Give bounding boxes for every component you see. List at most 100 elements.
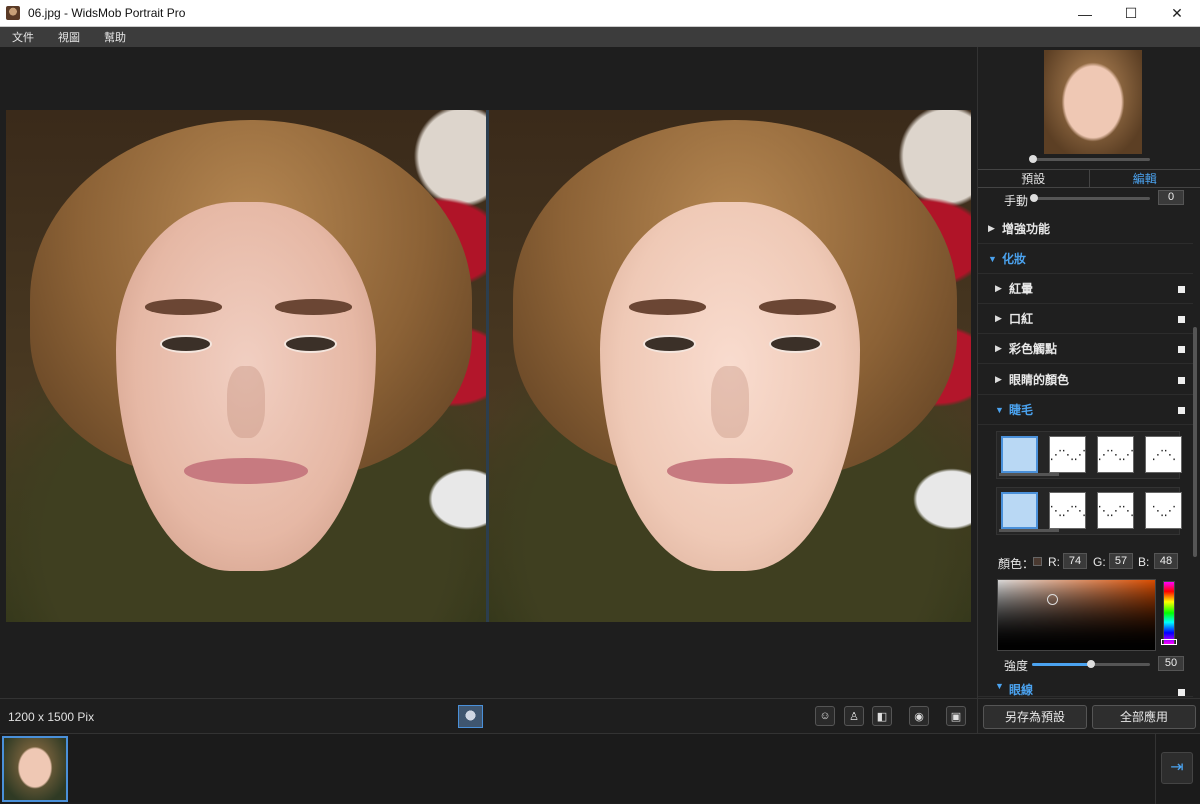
hue-slider-knob[interactable] — [1161, 639, 1177, 645]
strength-value[interactable]: 50 — [1158, 656, 1184, 671]
lash-style-option[interactable]: ⋱⋰ — [1145, 492, 1182, 529]
section-eyeliner[interactable]: ▼ 眼線 — [978, 681, 1193, 697]
manual-value[interactable]: 0 — [1158, 190, 1184, 205]
close-icon[interactable]: ✕ — [1154, 0, 1200, 27]
color-contacts-toggle[interactable] — [1178, 346, 1185, 353]
lash-scrollbar[interactable] — [999, 473, 1059, 476]
g-value[interactable]: 57 — [1109, 553, 1133, 569]
before-photo[interactable] — [6, 110, 486, 622]
app-icon — [6, 6, 20, 20]
save-preset-button[interactable]: 另存為預設 — [983, 705, 1087, 729]
color-label: 顏色： — [998, 555, 1034, 572]
compare-split-icon[interactable]: ◧ — [872, 706, 892, 726]
filmstrip: ⇥ — [0, 733, 1200, 803]
lash-style-option[interactable]: ⋰⋱⋰ — [1049, 436, 1086, 473]
section-blush[interactable]: ▶ 紅暈 — [978, 274, 1193, 304]
section-eyelash-label: 睫毛 — [1009, 401, 1033, 418]
caret-right-icon: ▶ — [995, 343, 1005, 354]
window-title: 06.jpg - WidsMob Portrait Pro — [28, 6, 185, 20]
caret-right-icon: ▶ — [995, 374, 1005, 385]
eyelash-toggle[interactable] — [1178, 407, 1185, 414]
section-lipstick[interactable]: ▶ 口紅 — [978, 304, 1193, 334]
color-picker-area[interactable] — [997, 579, 1156, 651]
r-label: R: — [1048, 555, 1060, 569]
upper-lash-styles: ⋰⋱⋰ ⋰⋱⋰ ⋰⋱ — [996, 431, 1180, 479]
menu-file[interactable]: 文件 — [0, 29, 46, 45]
b-label: B: — [1138, 555, 1149, 569]
caret-right-icon: ▶ — [988, 223, 998, 234]
section-eye-color[interactable]: ▶ 眼睛的顏色 — [978, 365, 1193, 395]
after-photo[interactable] — [489, 110, 971, 622]
lash-style-none[interactable] — [1001, 492, 1038, 529]
preview-thumbnail — [1044, 50, 1142, 154]
lash-style-option[interactable]: ⋱⋰⋱ — [1097, 492, 1134, 529]
tab-presets[interactable]: 預設 — [978, 170, 1090, 187]
manual-slider[interactable] — [1032, 197, 1150, 200]
caret-down-icon: ▼ — [995, 405, 1005, 415]
lash-style-none[interactable] — [1001, 436, 1038, 473]
title-bar: 06.jpg - WidsMob Portrait Pro — ☐ ✕ — [0, 0, 1200, 27]
lower-lash-styles: ⋱⋰⋱ ⋱⋰⋱ ⋱⋰ — [996, 487, 1180, 535]
portrait-icon[interactable]: ♙ — [844, 706, 864, 726]
section-enhance[interactable]: ▶ 增強功能 — [978, 214, 1193, 244]
color-swatch[interactable] — [1033, 557, 1042, 566]
b-value[interactable]: 48 — [1154, 553, 1178, 569]
section-color-contacts-label: 彩色觸點 — [1009, 340, 1057, 357]
section-eyeliner-label: 眼線 — [1009, 681, 1033, 697]
status-bar: 1200 x 1500 Pix ☺ ♙ ◧ ◉ ▣ — [0, 698, 977, 733]
section-makeup-label: 化妝 — [1002, 250, 1026, 267]
color-picker-cursor[interactable] — [1047, 594, 1058, 605]
manual-slider-knob[interactable] — [1030, 194, 1038, 202]
minimize-icon[interactable]: — — [1062, 0, 1108, 27]
section-color-contacts[interactable]: ▶ 彩色觸點 — [978, 334, 1193, 364]
caret-down-icon: ▼ — [988, 254, 998, 264]
frame-icon[interactable]: ▣ — [946, 706, 966, 726]
lash-style-option[interactable]: ⋰⋱⋰ — [1097, 436, 1134, 473]
section-eye-color-label: 眼睛的顏色 — [1009, 371, 1069, 388]
image-dimensions: 1200 x 1500 Pix — [8, 710, 94, 724]
filmstrip-thumbnail[interactable] — [2, 736, 68, 802]
r-value[interactable]: 74 — [1063, 553, 1087, 569]
strength-label: 強度 — [1004, 657, 1028, 674]
image-canvas[interactable] — [0, 47, 977, 698]
zoom-slider-knob[interactable] — [1029, 155, 1037, 163]
panel-tabs: 預設 編輯 — [978, 169, 1200, 188]
face-retouch-icon[interactable]: ☺ — [815, 706, 835, 726]
face-detect-thumbnail[interactable] — [458, 705, 483, 728]
tab-edit[interactable]: 編輯 — [1090, 170, 1200, 187]
lash-scrollbar[interactable] — [999, 529, 1059, 532]
caret-right-icon: ▶ — [995, 313, 1005, 324]
eyeliner-toggle[interactable] — [1178, 689, 1185, 696]
manual-row: 手動 0 — [978, 188, 1200, 208]
panel-actions: 另存為預設 全部應用 — [977, 698, 1200, 733]
menu-view[interactable]: 視圖 — [46, 29, 92, 45]
blush-toggle[interactable] — [1178, 286, 1185, 293]
section-eyelash[interactable]: ▼ 睫毛 — [978, 395, 1193, 425]
section-makeup[interactable]: ▼ 化妝 — [978, 244, 1193, 274]
export-icon[interactable]: ⇥ — [1161, 752, 1193, 784]
g-label: G: — [1093, 555, 1106, 569]
section-blush-label: 紅暈 — [1009, 280, 1033, 297]
strength-slider-fill — [1032, 663, 1091, 666]
caret-down-icon: ▼ — [995, 681, 1005, 691]
lipstick-toggle[interactable] — [1178, 316, 1185, 323]
lash-style-option[interactable]: ⋱⋰⋱ — [1049, 492, 1086, 529]
color-row: 顏色： R: 74 G: 57 B: 48 — [978, 553, 1193, 571]
maximize-icon[interactable]: ☐ — [1108, 0, 1154, 27]
section-enhance-label: 增強功能 — [1002, 220, 1050, 237]
menu-bar: 文件 視圖 幫助 — [0, 27, 1200, 47]
right-panel: 預設 編輯 手動 0 ▶ 增強功能 ▼ 化妝 ▶ 紅暈 ▶ 口紅 ▶ 彩色觸點 … — [977, 47, 1200, 733]
manual-label: 手動 — [1004, 192, 1028, 209]
filmstrip-divider — [1155, 734, 1156, 804]
apply-all-button[interactable]: 全部應用 — [1092, 705, 1196, 729]
hue-slider[interactable] — [1163, 581, 1175, 645]
section-lipstick-label: 口紅 — [1009, 310, 1033, 327]
lash-style-option[interactable]: ⋰⋱ — [1145, 436, 1182, 473]
panel-scrollbar[interactable] — [1193, 327, 1197, 557]
strength-slider-knob[interactable] — [1087, 660, 1095, 668]
window-controls: — ☐ ✕ — [1062, 0, 1200, 27]
preview-eye-icon[interactable]: ◉ — [909, 706, 929, 726]
menu-help[interactable]: 幫助 — [92, 29, 138, 45]
eye-color-toggle[interactable] — [1178, 377, 1185, 384]
zoom-slider[interactable] — [1032, 158, 1150, 161]
